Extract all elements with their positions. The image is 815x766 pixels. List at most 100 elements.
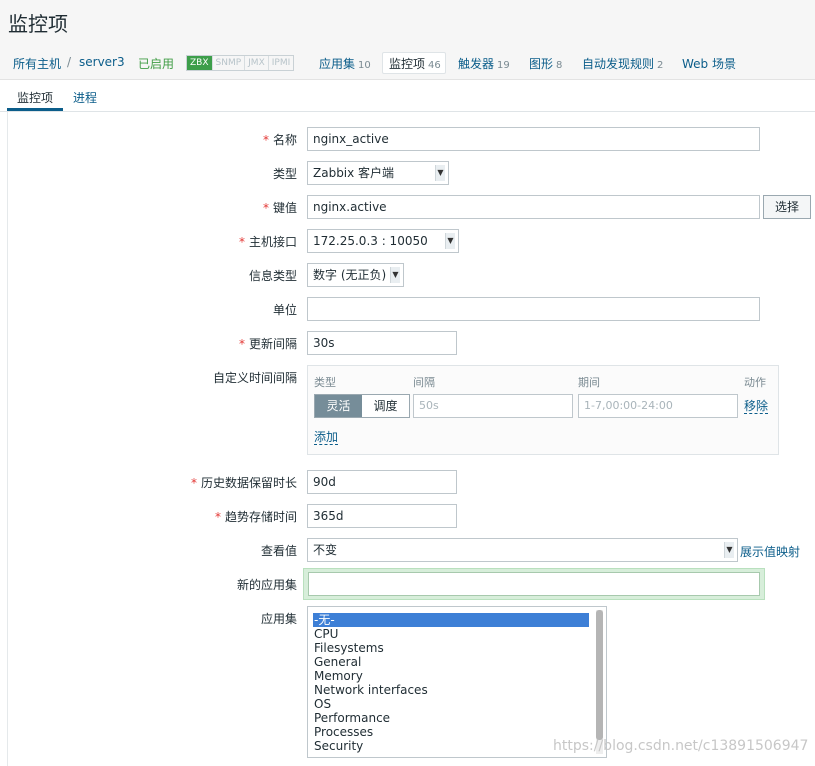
new-application-label: 新的应用集 bbox=[236, 578, 297, 592]
key-input[interactable]: nginx.active bbox=[307, 195, 760, 219]
required-mark: * bbox=[262, 201, 269, 215]
tab-discovery-rules-label: 自动发现规则 bbox=[582, 57, 655, 71]
remove-interval-link[interactable]: 移除 bbox=[744, 399, 769, 414]
chevron-down-icon: ▼ bbox=[435, 165, 445, 181]
application-option[interactable]: Network interfaces bbox=[313, 683, 589, 697]
new-application-field-wrapper bbox=[303, 568, 765, 600]
tab-applications-label: 应用集 bbox=[319, 57, 356, 71]
tab-graphs-label: 图形 bbox=[529, 57, 554, 71]
application-option[interactable]: Processes bbox=[313, 725, 589, 739]
application-option[interactable]: Performance bbox=[313, 711, 589, 725]
info-type-select[interactable]: 数字 (无正负) ▼ bbox=[307, 263, 404, 287]
info-type-select-value: 数字 (无正负) bbox=[313, 268, 387, 282]
required-mark: * bbox=[238, 337, 245, 351]
update-interval-input[interactable]: 30s bbox=[307, 331, 457, 355]
tab-triggers[interactable]: 触发器 19 bbox=[458, 55, 510, 72]
tab-items-label: 监控项 bbox=[389, 57, 426, 71]
tab-triggers-count: 19 bbox=[497, 60, 510, 71]
application-option[interactable]: Filesystems bbox=[313, 641, 589, 655]
type-label: 类型 bbox=[272, 167, 297, 181]
show-value-select-value: 不变 bbox=[313, 543, 338, 557]
application-option[interactable]: General bbox=[313, 655, 589, 669]
required-mark: * bbox=[214, 510, 221, 524]
chevron-down-icon: ▼ bbox=[724, 542, 734, 558]
application-option[interactable]: CPU bbox=[313, 627, 589, 641]
subtab-item[interactable]: 监控项 bbox=[17, 89, 53, 106]
availability-badges: ZBX SNMP JMX IPMI bbox=[186, 55, 295, 71]
tab-applications[interactable]: 应用集 10 bbox=[319, 55, 371, 72]
tab-web-scenarios[interactable]: Web 场景 bbox=[682, 55, 736, 72]
required-mark: * bbox=[238, 235, 245, 249]
custom-intervals-table: 类型 间隔 期间 动作 灵活 调度 50s 1-7,00:00-24:00 移除… bbox=[307, 365, 779, 455]
interface-label: * 主机接口 bbox=[239, 233, 297, 250]
tab-triggers-label: 触发器 bbox=[458, 57, 495, 71]
units-input[interactable] bbox=[307, 297, 760, 321]
ipmi-badge: IPMI bbox=[268, 56, 294, 70]
chevron-down-icon: ▼ bbox=[390, 267, 400, 283]
application-option[interactable]: -无- bbox=[313, 613, 589, 627]
trends-label: * 趋势存储时间 bbox=[215, 508, 297, 525]
key-label-text: 键值 bbox=[272, 201, 297, 215]
name-label: * 名称 bbox=[263, 131, 297, 148]
interface-select-value: 172.25.0.3 : 10050 bbox=[313, 234, 428, 248]
column-header-period: 期间 bbox=[578, 376, 600, 389]
page-title: 监控项 bbox=[8, 12, 68, 36]
form-subtabs: 监控项 进程 bbox=[0, 80, 815, 112]
key-label: * 键值 bbox=[263, 199, 297, 216]
tab-graphs-count: 8 bbox=[556, 60, 563, 71]
column-header-interval: 间隔 bbox=[413, 376, 435, 389]
show-value-select[interactable]: 不变 ▼ bbox=[307, 538, 738, 562]
show-value-label: 查看值 bbox=[260, 544, 297, 558]
period-input[interactable]: 1-7,00:00-24:00 bbox=[578, 394, 738, 418]
type-select[interactable]: Zabbix 客户端 ▼ bbox=[307, 161, 449, 185]
applications-listbox[interactable]: -无- CPU Filesystems General Memory Netwo… bbox=[307, 606, 607, 758]
tab-graphs[interactable]: 图形 8 bbox=[529, 55, 562, 72]
tab-discovery-rules[interactable]: 自动发现规则 2 bbox=[582, 55, 663, 72]
application-option[interactable]: OS bbox=[313, 697, 589, 711]
subtab-process[interactable]: 进程 bbox=[73, 89, 97, 106]
scrollbar-thumb[interactable] bbox=[596, 610, 603, 740]
flexible-mode-button[interactable]: 灵活 bbox=[315, 395, 362, 417]
breadcrumb-separator: / bbox=[67, 55, 72, 69]
column-header-type: 类型 bbox=[314, 376, 336, 389]
active-subtab-indicator bbox=[7, 108, 63, 111]
application-option[interactable]: Memory bbox=[313, 669, 589, 683]
applications-label: 应用集 bbox=[260, 612, 297, 626]
trends-input[interactable]: 365d bbox=[307, 504, 457, 528]
select-key-button[interactable]: 选择 bbox=[763, 195, 811, 219]
interval-mode-toggle: 灵活 调度 bbox=[314, 394, 410, 418]
value-mapping-link[interactable]: 展示值映射 bbox=[740, 543, 800, 560]
update-interval-label: * 更新间隔 bbox=[239, 335, 297, 352]
tab-web-scenarios-label: Web 场景 bbox=[682, 57, 736, 71]
custom-intervals-label: 自定义时间间隔 bbox=[212, 371, 297, 385]
tab-items[interactable]: 监控项 46 bbox=[389, 55, 441, 72]
breadcrumb-all-hosts[interactable]: 所有主机 bbox=[13, 55, 61, 72]
history-label: * 历史数据保留时长 bbox=[191, 474, 297, 491]
add-interval-link[interactable]: 添加 bbox=[314, 430, 339, 445]
required-mark: * bbox=[190, 476, 197, 490]
application-option[interactable]: Security bbox=[313, 739, 589, 753]
page-header: 监控项 bbox=[0, 0, 815, 42]
name-label-text: 名称 bbox=[272, 133, 297, 147]
history-label-text: 历史数据保留时长 bbox=[200, 476, 297, 490]
name-input[interactable]: nginx_active bbox=[307, 127, 760, 151]
history-input[interactable]: 90d bbox=[307, 470, 457, 494]
host-enabled-status[interactable]: 已启用 bbox=[138, 55, 174, 72]
zbx-badge: ZBX bbox=[187, 56, 213, 70]
interface-select[interactable]: 172.25.0.3 : 10050 ▼ bbox=[307, 229, 459, 253]
trends-label-text: 趋势存储时间 bbox=[224, 510, 297, 524]
info-type-label: 信息类型 bbox=[248, 269, 297, 283]
watermark: https://blog.csdn.net/c13891506947 bbox=[553, 738, 809, 754]
listbox-scrollbar[interactable] bbox=[596, 610, 603, 754]
chevron-down-icon: ▼ bbox=[445, 233, 455, 249]
new-application-input[interactable] bbox=[308, 572, 760, 596]
jmx-badge: JMX bbox=[245, 56, 269, 70]
units-label: 单位 bbox=[272, 303, 297, 317]
breadcrumb-host[interactable]: server3 bbox=[79, 55, 125, 69]
scheduling-mode-button[interactable]: 调度 bbox=[362, 395, 409, 417]
type-select-value: Zabbix 客户端 bbox=[313, 166, 395, 180]
snmp-badge: SNMP bbox=[212, 56, 246, 70]
interface-label-text: 主机接口 bbox=[248, 235, 297, 249]
interval-input[interactable]: 50s bbox=[413, 394, 573, 418]
required-mark: * bbox=[262, 133, 269, 147]
